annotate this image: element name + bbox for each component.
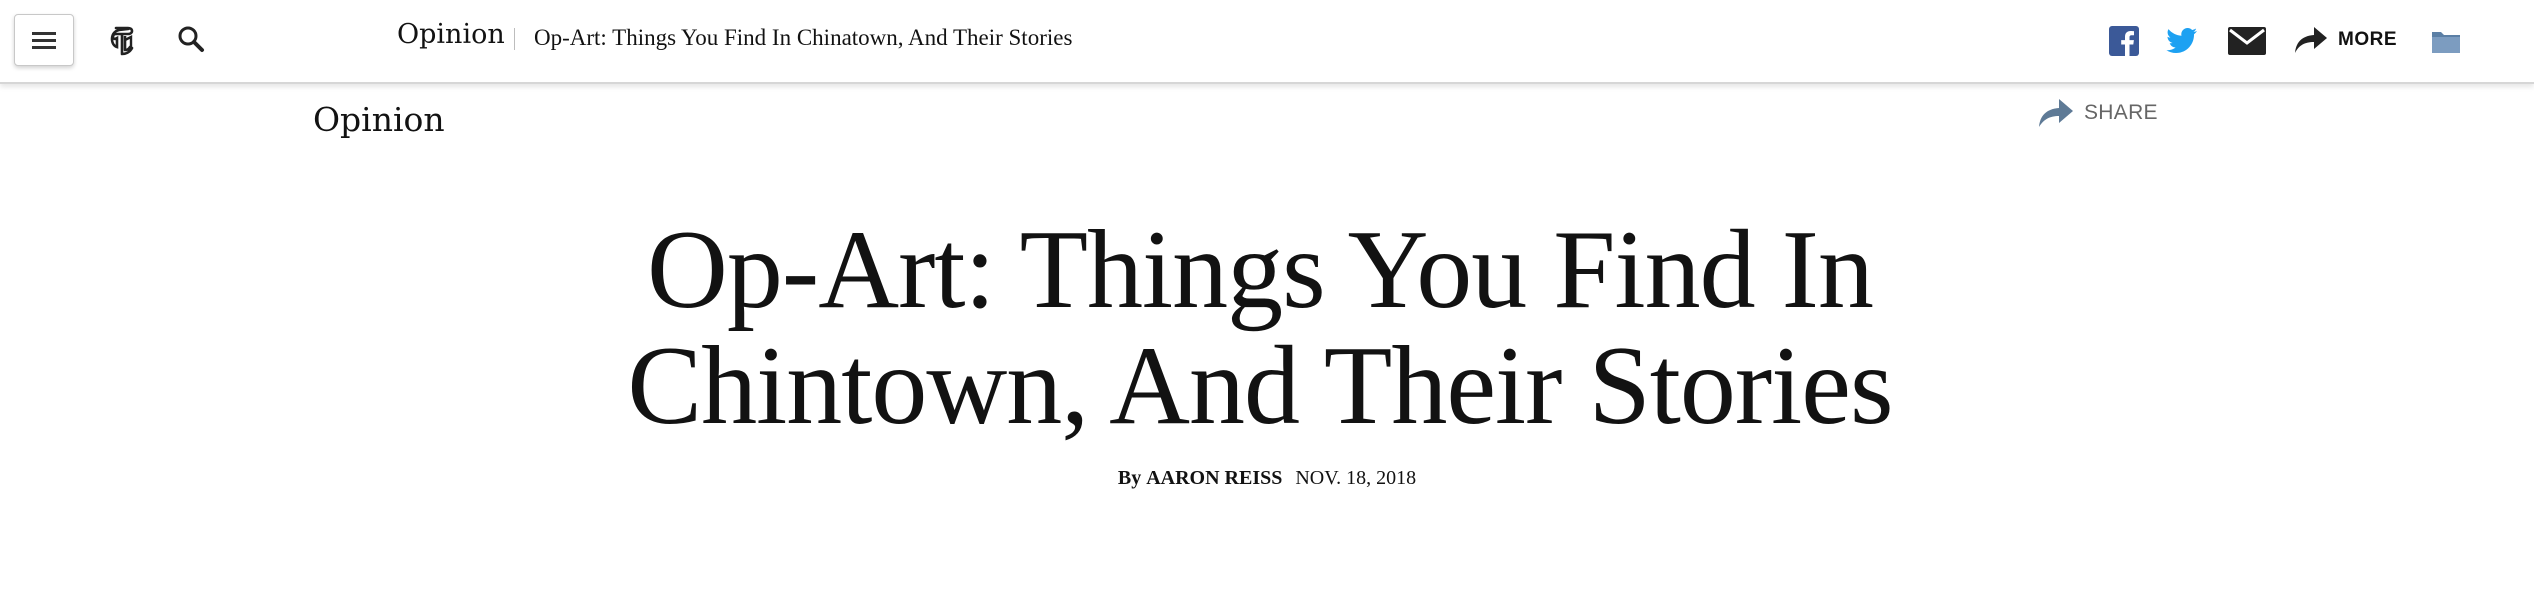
share-arrow-icon	[2295, 27, 2327, 53]
menu-button[interactable]	[14, 14, 74, 66]
save-button[interactable]	[2430, 26, 2462, 56]
section-label[interactable]: Opinion	[313, 100, 445, 139]
email-icon	[2228, 27, 2266, 55]
email-share-button[interactable]	[2228, 26, 2266, 56]
save-folder-icon	[2432, 32, 2460, 53]
facebook-share-button[interactable]	[2108, 25, 2140, 57]
byline-date: NOV. 18, 2018	[1295, 467, 1417, 489]
more-label: MORE	[2338, 29, 2397, 50]
share-arrow-icon	[2039, 99, 2073, 127]
topbar-headline: Op-Art: Things You Find In Chinatown, An…	[534, 25, 1073, 50]
article-headline: Op-Art: Things You Find In Chintown, And…	[560, 212, 1960, 444]
headline-line-1: Op-Art: Things You Find In	[647, 208, 1874, 332]
share-button[interactable]: SHARE	[2038, 98, 2158, 128]
topbar-section-link[interactable]: Opinion	[397, 19, 505, 50]
twitter-icon	[2166, 28, 2197, 53]
top-bar: Opinion Op-Art: Things You Find In China…	[0, 0, 2534, 84]
search-icon	[178, 26, 204, 52]
hamburger-menu-icon	[32, 32, 56, 49]
topbar-divider	[514, 28, 515, 50]
facebook-icon	[2109, 26, 2139, 56]
more-share-button[interactable]: MORE	[2294, 22, 2397, 58]
nyt-logo-icon	[110, 26, 134, 56]
byline-author[interactable]: AARON REISS	[1146, 467, 1282, 489]
search-button[interactable]	[175, 22, 207, 56]
nyt-logo-link[interactable]	[106, 22, 140, 60]
twitter-share-button[interactable]	[2165, 25, 2199, 57]
headline-line-2: Chintown, And Their Stories	[627, 324, 1893, 448]
byline-prefix: By	[1117, 467, 1142, 489]
share-label: SHARE	[2084, 101, 2158, 124]
byline: By AARON REISS NOV. 18, 2018	[0, 467, 2534, 490]
